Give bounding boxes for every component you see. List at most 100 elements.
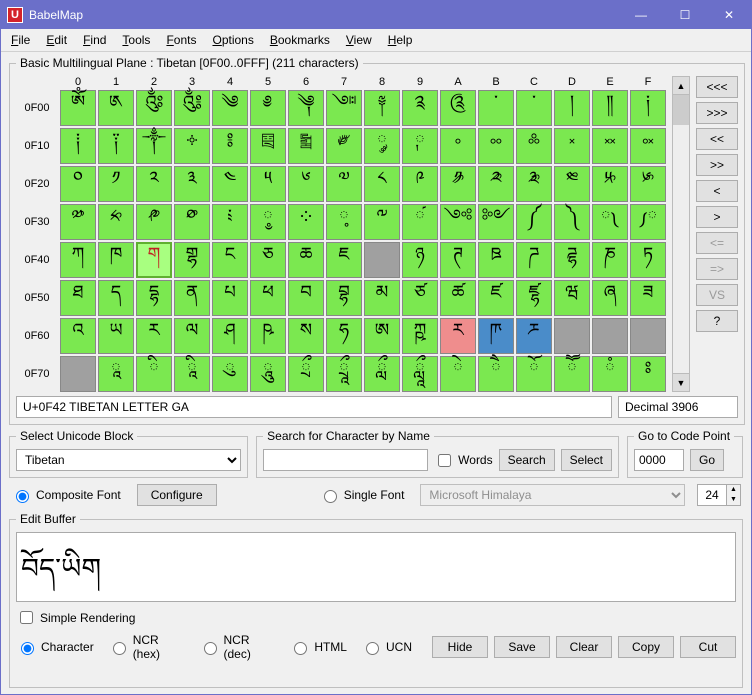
nav-button: VS xyxy=(696,284,738,306)
render-mode-radio-label[interactable]: NCR (hex) xyxy=(108,633,185,661)
window-title: BabelMap xyxy=(29,8,619,22)
decimal-box: Decimal 3906 xyxy=(618,396,738,418)
save-button[interactable]: Save xyxy=(494,636,550,658)
char-cell[interactable]: ཝ xyxy=(554,280,590,316)
char-cell[interactable]: ྲྀ xyxy=(288,356,324,392)
goto-group: Go to Code Point Go xyxy=(627,429,743,478)
grid-scrollbar[interactable]: ▲ ▼ xyxy=(672,76,690,392)
copy-button[interactable]: Copy xyxy=(618,636,674,658)
char-cell[interactable]: ཾ xyxy=(592,356,628,392)
font-size-down[interactable]: ▼ xyxy=(726,495,740,505)
char-cell[interactable]: ཿ xyxy=(630,356,666,392)
font-size-spinner[interactable]: ▲ ▼ xyxy=(697,484,741,506)
render-mode-radio[interactable] xyxy=(204,642,217,655)
row-header: 0F40 xyxy=(16,242,58,278)
char-cell[interactable]: ུ xyxy=(212,356,248,392)
render-mode-radio-label[interactable]: HTML xyxy=(289,639,347,655)
row-header: 0F30 xyxy=(16,204,58,240)
simple-rendering-checkbox[interactable] xyxy=(20,611,33,624)
close-button[interactable]: ✕ xyxy=(707,1,751,29)
char-cell[interactable]: ཷ xyxy=(326,356,362,392)
menu-file[interactable]: File xyxy=(5,31,36,49)
menu-edit[interactable]: Edit xyxy=(40,31,73,49)
goto-input[interactable] xyxy=(634,449,684,471)
grid-legend: Basic Multilingual Plane : Tibetan [0F00… xyxy=(16,56,363,70)
scroll-down-arrow[interactable]: ▼ xyxy=(673,373,689,391)
row-header: 0F00 xyxy=(16,90,58,126)
nav-button[interactable]: << xyxy=(696,128,738,150)
font-size-input[interactable] xyxy=(698,485,726,505)
menu-fonts[interactable]: Fonts xyxy=(160,31,202,49)
char-cell[interactable]: ཻ xyxy=(478,356,514,392)
nav-button[interactable]: >> xyxy=(696,154,738,176)
menu-tools[interactable]: Tools xyxy=(116,31,156,49)
simple-rendering-checkbox-label[interactable]: Simple Rendering xyxy=(16,608,736,627)
configure-button[interactable]: Configure xyxy=(137,484,217,506)
render-mode-radio-label[interactable]: Character xyxy=(16,639,94,655)
go-button[interactable]: Go xyxy=(690,449,724,471)
char-cell[interactable]: འ xyxy=(60,318,96,354)
menu-find[interactable]: Find xyxy=(77,31,112,49)
scroll-thumb[interactable] xyxy=(673,95,689,125)
titlebar: U BabelMap — ☐ ✕ xyxy=(1,1,751,29)
nav-button: => xyxy=(696,258,738,280)
char-cell[interactable]: ཱུ xyxy=(250,356,286,392)
clear-button[interactable]: Clear xyxy=(556,636,612,658)
nav-button[interactable]: > xyxy=(696,206,738,228)
composite-font-radio-label[interactable]: Composite Font xyxy=(11,487,121,503)
menu-view[interactable]: View xyxy=(340,31,378,49)
goto-legend: Go to Code Point xyxy=(634,429,734,443)
char-cell[interactable]: ླྀ xyxy=(364,356,400,392)
char-cell[interactable]: ཞ xyxy=(592,280,628,316)
character-grid-group: Basic Multilingual Plane : Tibetan [0F00… xyxy=(9,56,745,425)
edit-buffer-group: Edit Buffer Simple Rendering CharacterNC… xyxy=(9,512,743,688)
menu-options[interactable]: Options xyxy=(206,31,259,49)
render-mode-radio[interactable] xyxy=(113,642,126,655)
char-cell[interactable]: ཹ xyxy=(402,356,438,392)
nav-button[interactable]: < xyxy=(696,180,738,202)
char-cell[interactable]: ཱ xyxy=(98,356,134,392)
single-font-radio[interactable] xyxy=(324,490,337,503)
render-mode-radio[interactable] xyxy=(366,642,379,655)
char-cell[interactable]: ཟ xyxy=(630,280,666,316)
search-group: Search for Character by Name Words Searc… xyxy=(256,429,619,478)
maximize-button[interactable]: ☐ xyxy=(663,1,707,29)
nav-button[interactable]: >>> xyxy=(696,102,738,124)
char-cell[interactable]: ཽ xyxy=(554,356,590,392)
scroll-up-arrow[interactable]: ▲ xyxy=(673,77,689,95)
edit-buffer-textarea[interactable] xyxy=(16,532,736,602)
search-input[interactable] xyxy=(263,449,428,471)
single-font-radio-label[interactable]: Single Font xyxy=(319,487,405,503)
row-header: 0F60 xyxy=(16,318,58,354)
char-cell[interactable] xyxy=(60,356,96,392)
select-block-group: Select Unicode Block Tibetan xyxy=(9,429,248,478)
menubar: FileEditFindToolsFontsOptions BookmarksVi… xyxy=(1,29,751,52)
row-header: 0F70 xyxy=(16,356,58,392)
menu-help[interactable]: Help xyxy=(382,31,419,49)
app-icon: U xyxy=(7,7,23,23)
char-cell[interactable]: ེ xyxy=(440,356,476,392)
composite-font-radio[interactable] xyxy=(16,490,29,503)
char-cell[interactable]: ོ xyxy=(516,356,552,392)
search-button[interactable]: Search xyxy=(499,449,555,471)
row-header: 0F10 xyxy=(16,128,58,164)
nav-button[interactable]: ? xyxy=(696,310,738,332)
char-cell[interactable]: ༸ xyxy=(364,204,400,240)
menu-bookmarks[interactable]: Bookmarks xyxy=(264,31,336,49)
words-checkbox-label[interactable]: Words xyxy=(434,451,492,470)
render-mode-radio[interactable] xyxy=(294,642,307,655)
nav-button[interactable]: <<< xyxy=(696,76,738,98)
words-checkbox[interactable] xyxy=(438,454,451,467)
char-cell[interactable]: ཱི xyxy=(174,356,210,392)
hide-button[interactable]: Hide xyxy=(432,636,488,658)
render-mode-radio-label[interactable]: UCN xyxy=(361,639,412,655)
char-cell[interactable]: ི xyxy=(136,356,172,392)
row-header: 0F20 xyxy=(16,166,58,202)
render-mode-radio-label[interactable]: NCR (dec) xyxy=(199,633,276,661)
font-size-up[interactable]: ▲ xyxy=(726,485,740,495)
select-button[interactable]: Select xyxy=(561,449,612,471)
unicode-block-select[interactable]: Tibetan xyxy=(16,449,241,471)
minimize-button[interactable]: — xyxy=(619,1,663,29)
cut-button[interactable]: Cut xyxy=(680,636,736,658)
render-mode-radio[interactable] xyxy=(21,642,34,655)
